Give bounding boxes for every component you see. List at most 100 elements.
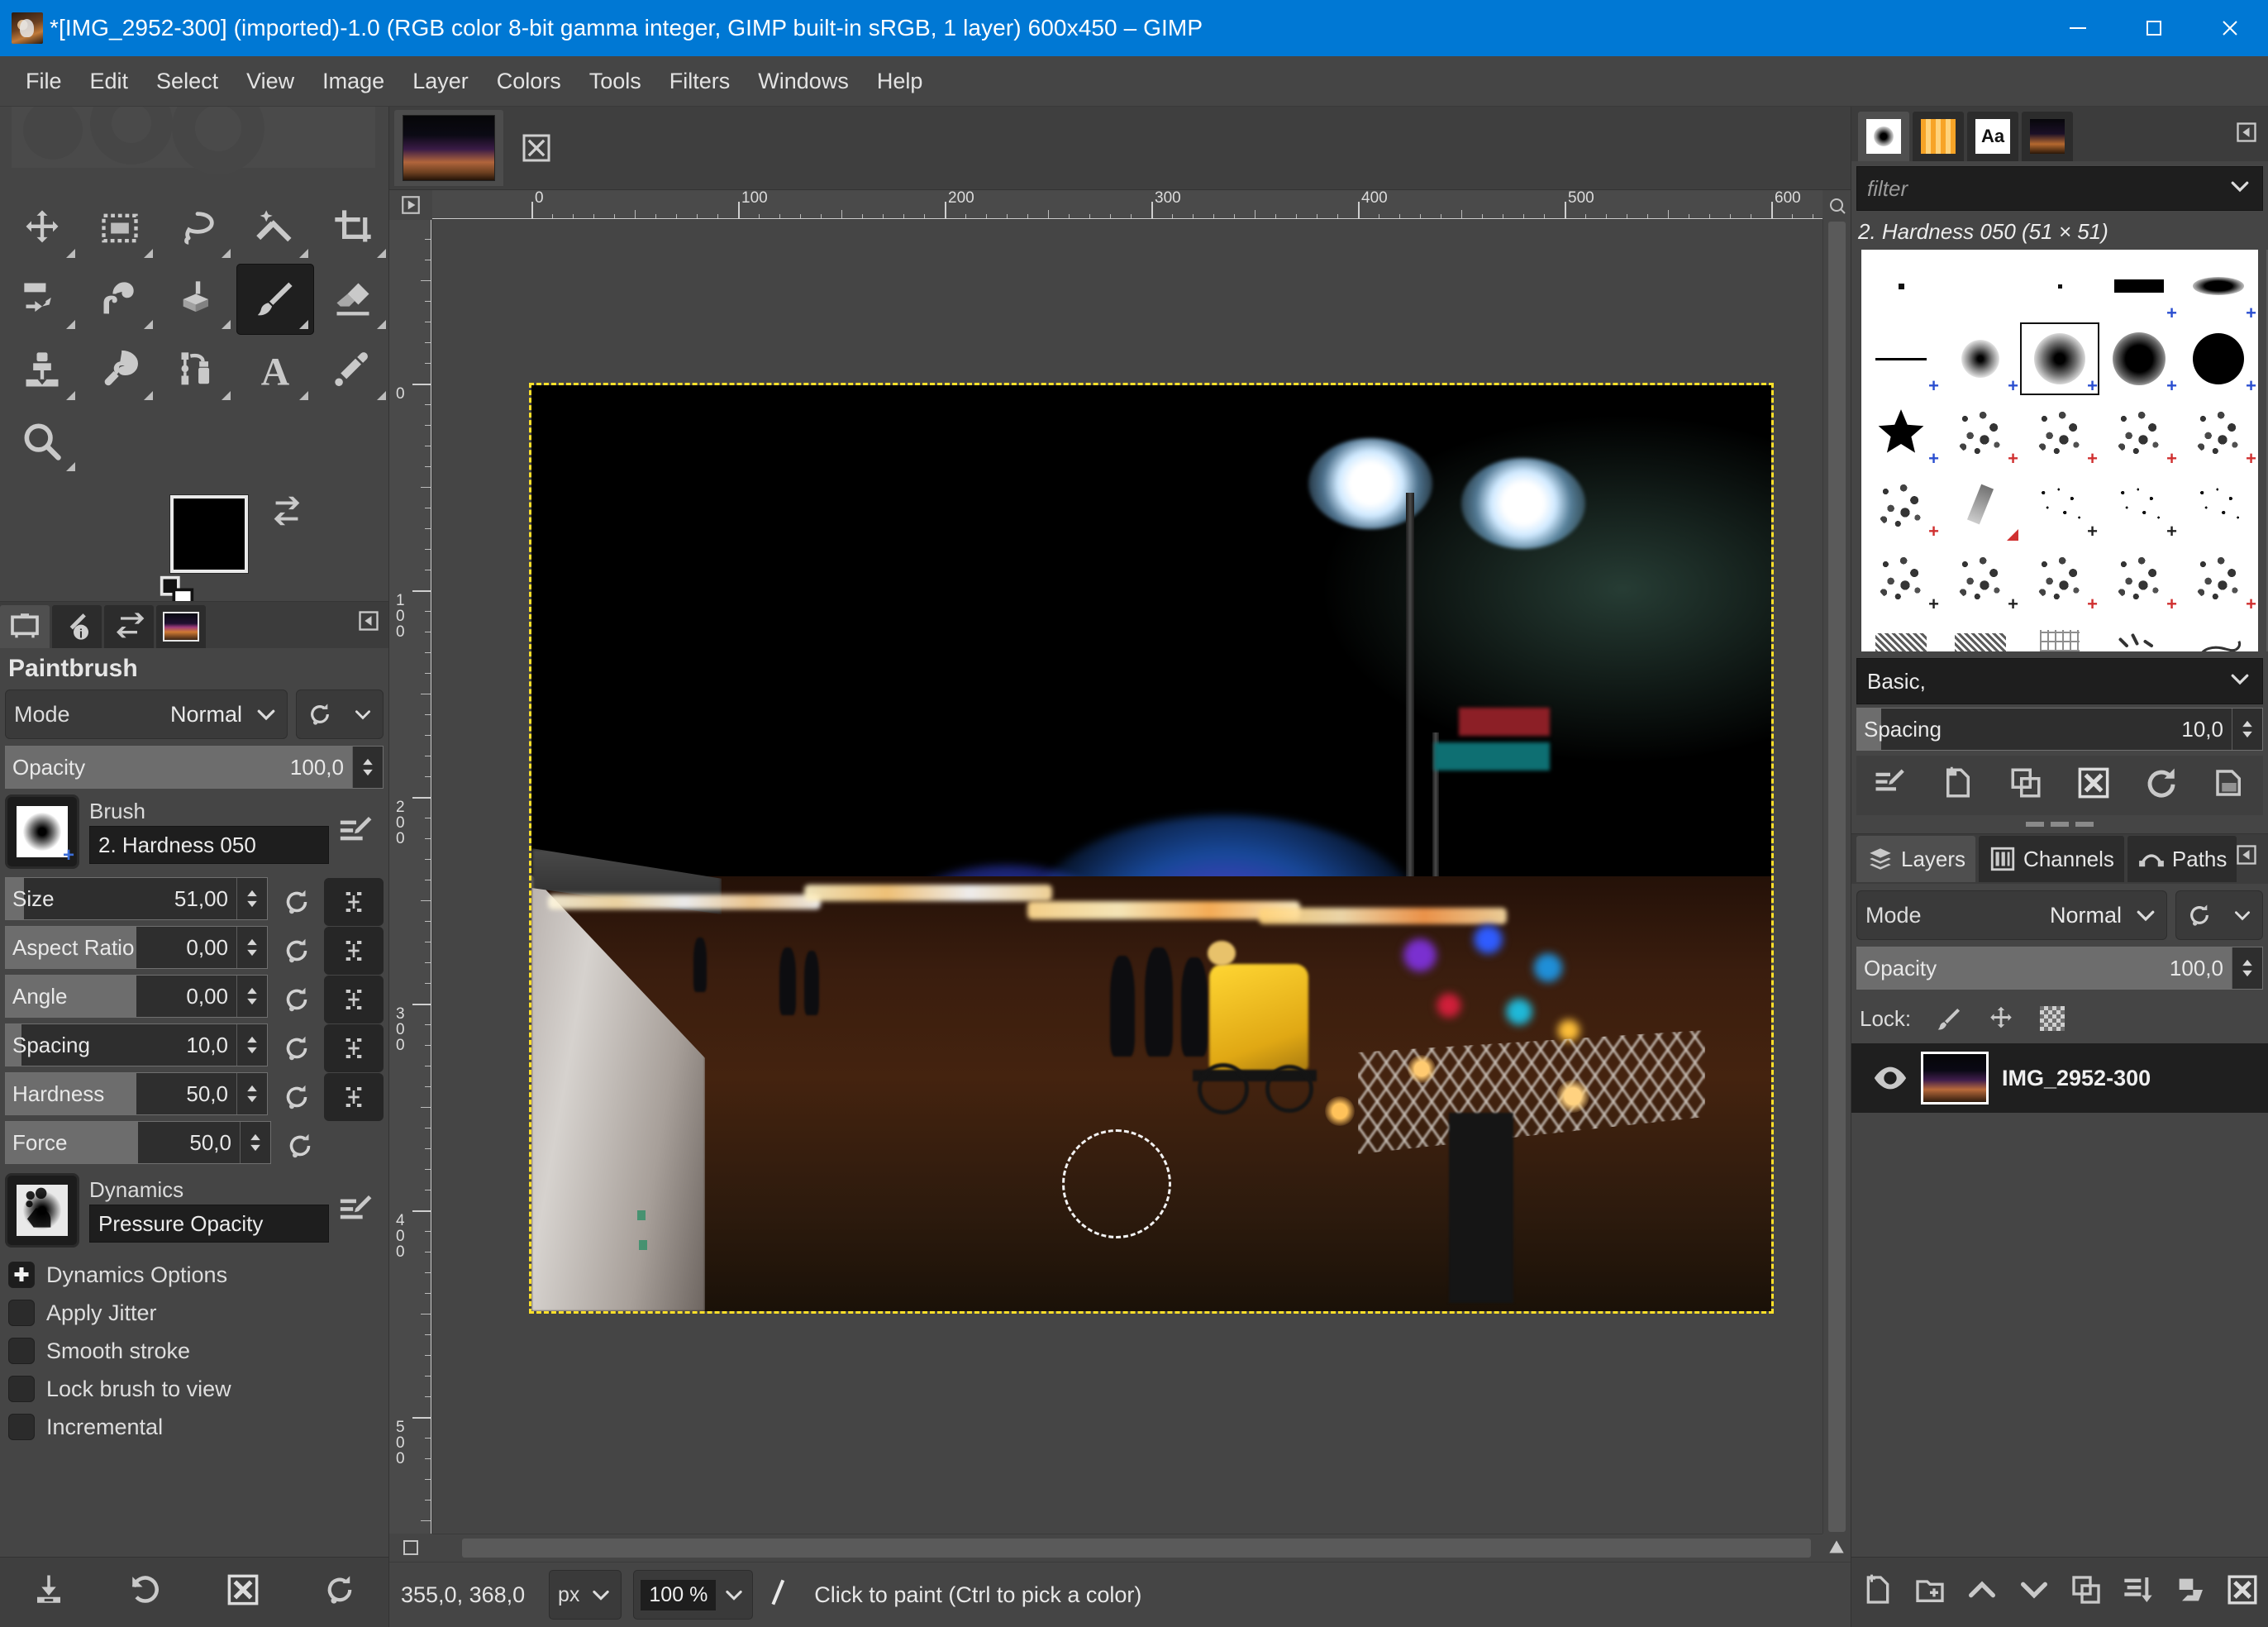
brush-cell[interactable]: + xyxy=(2099,395,2179,468)
foreground-color-swatch[interactable] xyxy=(170,495,248,573)
image-canvas[interactable] xyxy=(529,383,1774,1314)
lower-layer-icon[interactable] xyxy=(2018,1573,2051,1612)
refresh-brushes-icon[interactable] xyxy=(2144,766,2179,806)
new-layer-group-icon[interactable] xyxy=(1913,1573,1946,1612)
brush-cell[interactable] xyxy=(1941,613,2020,651)
dock-menu-icon[interactable] xyxy=(357,609,380,638)
brush-cell[interactable]: + xyxy=(1861,468,1941,541)
angle-stepper[interactable] xyxy=(236,976,267,1017)
brush-cell[interactable]: + xyxy=(2020,541,2099,613)
hardness-stepper[interactable] xyxy=(236,1073,267,1114)
layer-visibility-icon[interactable] xyxy=(1860,1064,1921,1092)
size-link-button[interactable] xyxy=(324,877,384,926)
layer-list[interactable]: IMG_2952-300 xyxy=(1851,1043,2268,1557)
apply-jitter-checkbox[interactable]: Apply Jitter xyxy=(0,1294,388,1332)
new-layer-icon[interactable] xyxy=(1861,1573,1894,1612)
brush-cell[interactable] xyxy=(1941,250,2020,322)
move-tool[interactable] xyxy=(3,193,81,264)
size-reset-icon[interactable] xyxy=(273,881,321,923)
horizontal-ruler[interactable]: 0 100 200 300 400 500 600 xyxy=(432,190,1822,220)
aspect-ratio-slider[interactable]: Aspect Ratio 0,00 xyxy=(5,926,268,969)
raise-layer-icon[interactable] xyxy=(1965,1573,1999,1612)
fonts-tab[interactable]: Aa xyxy=(1967,112,2018,161)
drawing-canvas[interactable] xyxy=(432,220,1822,1534)
edit-brush-icon[interactable] xyxy=(1873,766,1908,806)
lock-pixels-icon[interactable] xyxy=(1924,1000,1975,1037)
horizontal-scrollbar[interactable] xyxy=(432,1534,1822,1562)
menu-file[interactable]: File xyxy=(12,64,76,99)
tool-options-tab[interactable] xyxy=(0,605,50,648)
navigation-corner-button[interactable] xyxy=(389,1534,432,1562)
swap-colors-icon[interactable] xyxy=(268,492,306,536)
opacity-slider[interactable]: Opacity 100,0 xyxy=(5,746,384,789)
layer-row[interactable]: IMG_2952-300 xyxy=(1851,1043,2268,1113)
airbrush-tool[interactable] xyxy=(159,335,236,406)
aspect-ratio-stepper[interactable] xyxy=(236,927,267,968)
save-tool-preset-icon[interactable] xyxy=(31,1572,66,1613)
hardness-slider[interactable]: Hardness 50,0 xyxy=(5,1072,268,1115)
spacing-reset-icon[interactable] xyxy=(273,1028,321,1069)
brush-spacing-slider[interactable]: Spacing 10,0 xyxy=(1856,708,2263,751)
brush-cell[interactable]: + xyxy=(2099,250,2179,322)
undo-history-tab[interactable] xyxy=(104,605,154,648)
dynamics-preview[interactable] xyxy=(5,1173,79,1248)
brush-cell[interactable]: + xyxy=(2020,322,2099,395)
brush-cell[interactable] xyxy=(2099,613,2179,651)
tab-paths[interactable]: Paths xyxy=(2127,836,2237,882)
aspect-ratio-reset-icon[interactable] xyxy=(273,930,321,971)
brush-cell[interactable] xyxy=(1861,613,1941,651)
restore-tool-preset-icon[interactable] xyxy=(128,1572,163,1613)
aspect-ratio-link-button[interactable] xyxy=(324,926,384,975)
brush-cell[interactable] xyxy=(2020,613,2099,651)
brush-cell[interactable]: + xyxy=(2099,468,2179,541)
menu-view[interactable]: View xyxy=(232,64,308,99)
dock-menu-icon[interactable] xyxy=(2235,843,2258,872)
layer-mode-combo[interactable]: Mode Normal xyxy=(1856,890,2167,940)
delete-layer-icon[interactable] xyxy=(2226,1573,2259,1612)
menu-tools[interactable]: Tools xyxy=(575,64,655,99)
edit-brush-icon[interactable] xyxy=(329,813,384,851)
angle-reset-icon[interactable] xyxy=(273,979,321,1020)
dock-resize-grip[interactable] xyxy=(1851,815,2268,833)
spacing-link-button[interactable] xyxy=(324,1023,384,1072)
device-status-tab[interactable]: i xyxy=(52,605,102,648)
close-button[interactable] xyxy=(2192,0,2268,56)
images-tab[interactable] xyxy=(2022,112,2073,161)
unit-selector[interactable]: px xyxy=(549,1570,622,1620)
crop-tool[interactable] xyxy=(314,193,392,264)
eraser-tool[interactable] xyxy=(314,264,392,335)
duplicate-brush-icon[interactable] xyxy=(2008,766,2043,806)
menu-select[interactable]: Select xyxy=(142,64,232,99)
size-slider[interactable]: Size 51,00 xyxy=(5,877,268,920)
brush-value[interactable]: 2. Hardness 050 xyxy=(89,826,329,865)
gradients-tab[interactable] xyxy=(1913,112,1964,161)
menu-filters[interactable]: Filters xyxy=(655,64,745,99)
vertical-scrollbar[interactable] xyxy=(1822,220,1851,1534)
images-tab[interactable] xyxy=(156,605,206,648)
chevron-down-icon[interactable] xyxy=(2228,174,2252,204)
delete-tool-preset-icon[interactable] xyxy=(226,1572,260,1613)
zoom-tool[interactable] xyxy=(3,406,81,477)
maximize-button[interactable] xyxy=(2116,0,2192,56)
brush-cell[interactable]: + xyxy=(2020,395,2099,468)
brush-cell[interactable] xyxy=(2179,468,2258,541)
menu-layer[interactable]: Layer xyxy=(398,64,483,99)
hardness-link-button[interactable] xyxy=(324,1072,384,1121)
layer-opacity-slider[interactable]: Opacity 100,0 xyxy=(1856,947,2263,990)
menu-image[interactable]: Image xyxy=(308,64,398,99)
ruler-origin-button[interactable] xyxy=(389,190,432,220)
paintbrush-tool[interactable] xyxy=(236,264,314,335)
brush-preview[interactable]: + xyxy=(5,794,79,869)
dynamics-options-checkbox[interactable]: Dynamics Options xyxy=(0,1256,388,1294)
vertical-ruler[interactable]: 000100200300400500 xyxy=(389,220,432,1534)
brush-cell[interactable]: + xyxy=(1941,395,2020,468)
gradient-tool[interactable] xyxy=(159,264,236,335)
fuzzy-select-tool[interactable] xyxy=(236,193,314,264)
brushes-tab[interactable] xyxy=(1858,112,1909,161)
transform-tool[interactable] xyxy=(3,264,81,335)
brush-cell[interactable]: + xyxy=(1861,395,1941,468)
brush-cell[interactable]: + xyxy=(2099,322,2179,395)
lock-alpha-icon[interactable] xyxy=(2027,1000,2078,1037)
dock-menu-icon[interactable] xyxy=(2235,121,2258,150)
anchor-layer-icon[interactable] xyxy=(2174,1573,2207,1612)
